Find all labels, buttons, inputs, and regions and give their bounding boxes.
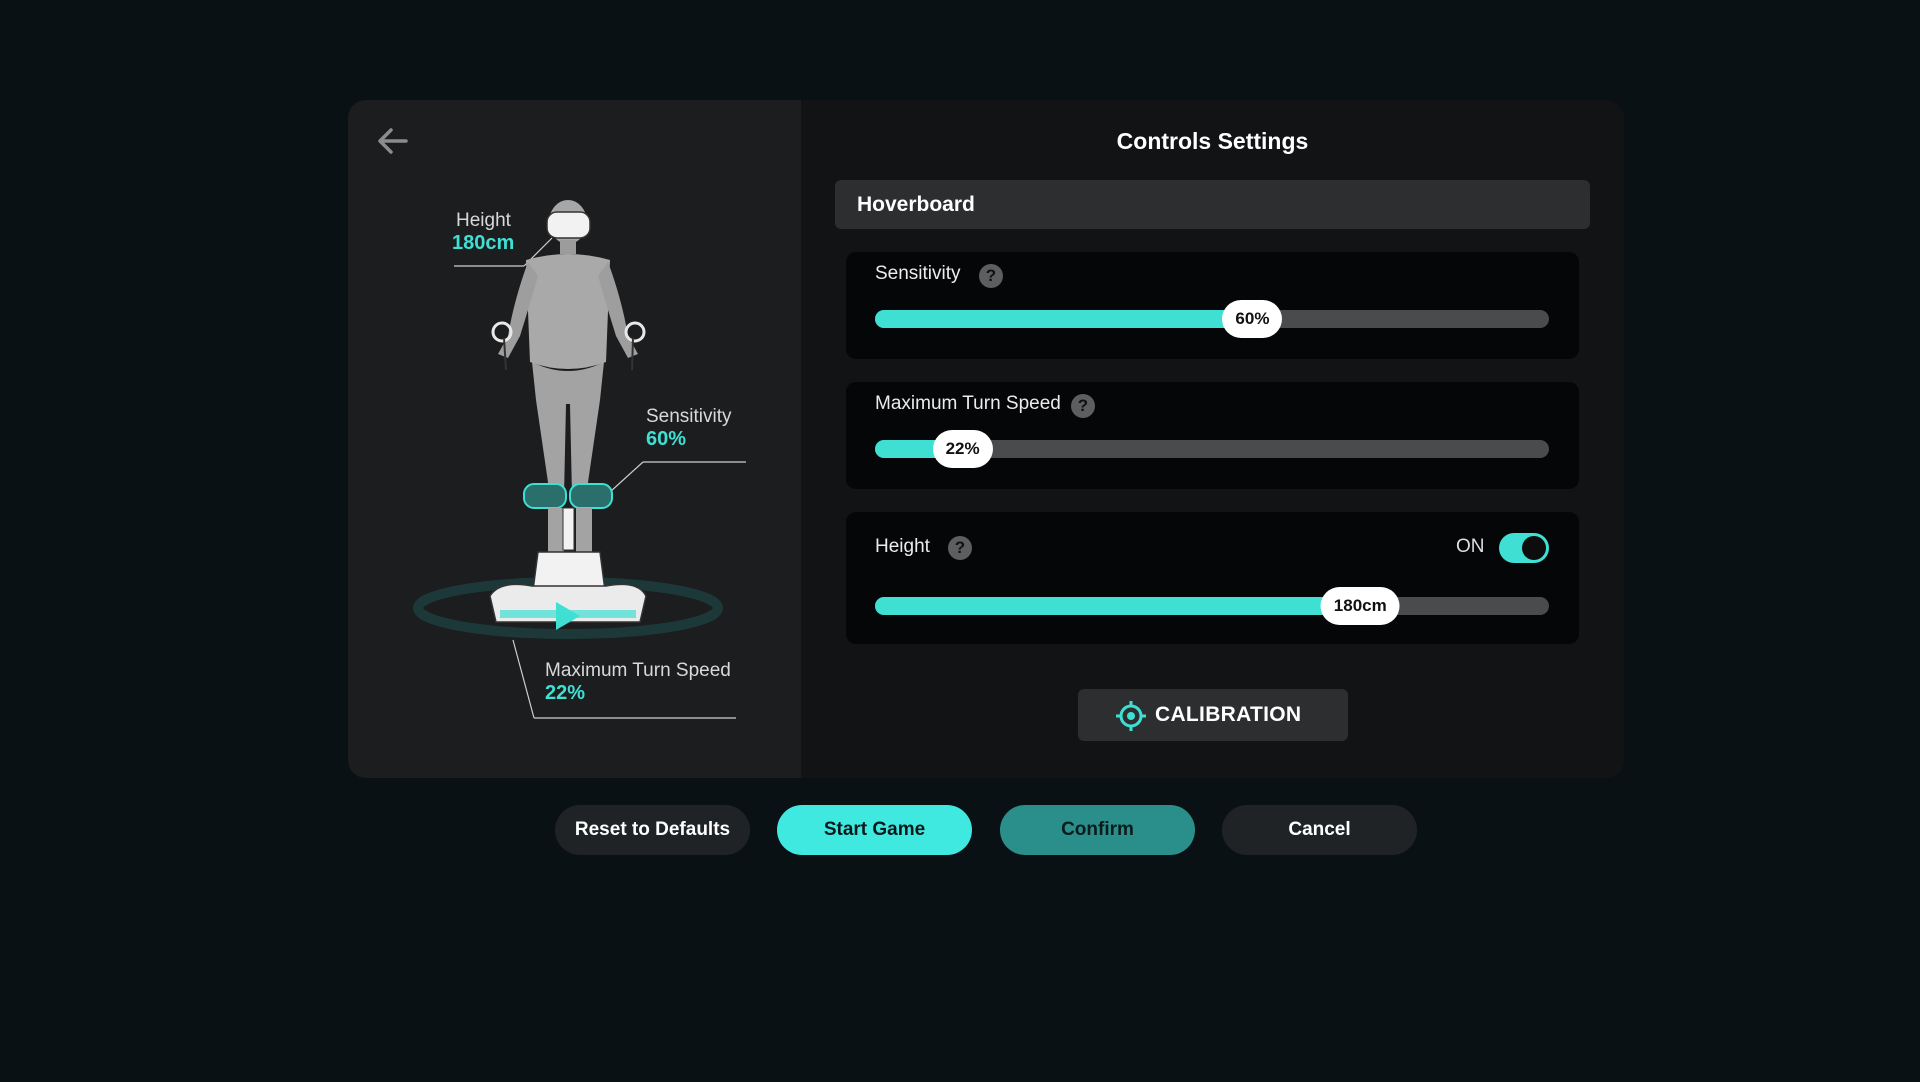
height-callout-value: 180cm <box>452 231 515 254</box>
height-label: Height <box>875 536 930 557</box>
sensitivity-callout-label: Sensitivity <box>646 406 732 427</box>
height-toggle-label: ON <box>1456 536 1485 557</box>
crosshair-icon <box>1116 701 1146 731</box>
calibration-button[interactable]: CALIBRATION <box>1078 689 1348 741</box>
settings-form: Controls Settings Hoverboard Sensitivity… <box>801 100 1624 778</box>
height-slider-thumb[interactable]: 180cm <box>1320 587 1400 625</box>
sensitivity-slider-thumb[interactable]: 60% <box>1222 300 1283 338</box>
sensitivity-help-icon[interactable]: ? <box>979 264 1003 288</box>
height-toggle-knob <box>1522 536 1546 560</box>
turn-speed-help-icon[interactable]: ? <box>1071 394 1095 418</box>
section-header-hoverboard: Hoverboard <box>835 180 1590 229</box>
turn-speed-callout-value: 22% <box>545 681 586 704</box>
turn-speed-callout-label: Maximum Turn Speed <box>545 660 731 681</box>
start-game-button[interactable]: Start Game <box>777 805 972 855</box>
turn-speed-card: Maximum Turn Speed ? 22% <box>846 382 1579 489</box>
sensitivity-callout-value: 60% <box>646 427 687 450</box>
height-toggle[interactable] <box>1499 533 1549 563</box>
turn-speed-label: Maximum Turn Speed <box>875 393 1061 414</box>
height-card: Height ? ON 180cm <box>846 512 1579 644</box>
calibration-label: CALIBRATION <box>1155 703 1302 726</box>
cancel-button[interactable]: Cancel <box>1222 805 1417 855</box>
sensitivity-card: Sensitivity ? 60% <box>846 252 1579 359</box>
height-slider-fill <box>875 597 1361 615</box>
height-slider[interactable]: 180cm <box>875 587 1549 625</box>
page-title: Controls Settings <box>1116 128 1309 154</box>
sensitivity-slider[interactable]: 60% <box>875 300 1549 338</box>
settings-panel: Height 180cm Sensitivity 60% Maximum Tur… <box>348 100 1624 778</box>
height-callout: Height 180cm <box>452 210 514 255</box>
sensitivity-callout: Sensitivity 60% <box>646 406 732 451</box>
turn-speed-callout: Maximum Turn Speed 22% <box>545 660 731 705</box>
reset-to-defaults-button[interactable]: Reset to Defaults <box>555 805 750 855</box>
sensitivity-label: Sensitivity <box>875 263 961 284</box>
height-callout-label: Height <box>456 210 511 231</box>
confirm-button[interactable]: Confirm <box>1000 805 1195 855</box>
sensitivity-slider-fill <box>875 310 1253 328</box>
illustration-panel: Height 180cm Sensitivity 60% Maximum Tur… <box>348 100 801 778</box>
height-help-icon[interactable]: ? <box>948 536 972 560</box>
turn-speed-slider[interactable]: 22% <box>875 430 1549 468</box>
turn-speed-slider-thumb[interactable]: 22% <box>932 430 993 468</box>
